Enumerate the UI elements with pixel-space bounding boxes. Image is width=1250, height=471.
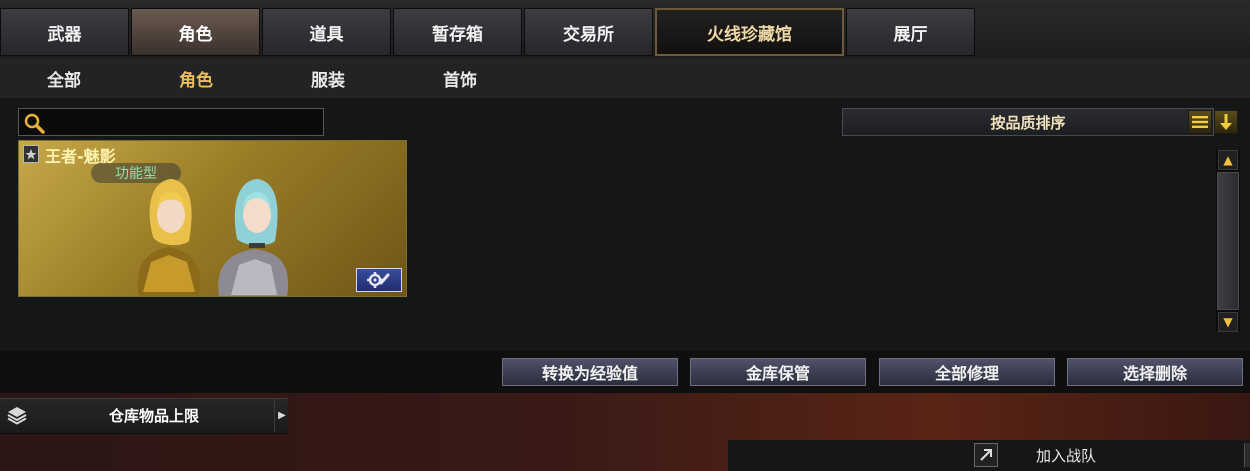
tab-showroom[interactable]: 展厅: [846, 8, 975, 56]
rank-badge-icon: [23, 145, 39, 163]
scroll-up-arrow-icon[interactable]: ▲: [1218, 150, 1238, 170]
sort-dropdown[interactable]: 按品质排序: [842, 108, 1214, 136]
tab-exchange[interactable]: 交易所: [524, 8, 653, 56]
arrow-down-icon[interactable]: [1214, 110, 1238, 134]
vault-storage-button[interactable]: 金库保管: [690, 358, 866, 386]
subtab-characters[interactable]: 角色: [146, 58, 246, 98]
item-card[interactable]: 王者-魅影 功能型: [18, 140, 407, 297]
repair-all-button[interactable]: 全部修理: [879, 358, 1055, 386]
expand-arrow-icon[interactable]: ▶: [274, 398, 289, 432]
external-link-icon[interactable]: [974, 443, 998, 467]
search-input[interactable]: [51, 112, 319, 134]
list-icon[interactable]: [1188, 110, 1212, 134]
tab-collection-hall[interactable]: 火线珍藏馆: [655, 8, 844, 56]
tab-temp-storage[interactable]: 暂存箱: [393, 8, 522, 56]
scrollbar-thumb[interactable]: [1217, 172, 1239, 310]
subtab-all[interactable]: 全部: [14, 58, 114, 98]
character-portraits: [137, 179, 288, 296]
select-delete-button[interactable]: 选择删除: [1067, 358, 1243, 386]
storage-limit-label: 仓库物品上限: [108, 406, 199, 425]
search-box[interactable]: [18, 108, 324, 136]
gear-wrench-icon[interactable]: [356, 268, 402, 292]
convert-to-exp-button[interactable]: 转换为经验值: [502, 358, 678, 386]
join-squad-button[interactable]: 加入战队: [1036, 440, 1096, 471]
subtab-costumes[interactable]: 服装: [278, 58, 378, 98]
search-icon: [24, 113, 45, 134]
tab-characters[interactable]: 角色: [131, 8, 260, 56]
tab-items[interactable]: 道具: [262, 8, 391, 56]
subtab-accessories[interactable]: 首饰: [410, 58, 510, 98]
scroll-down-arrow-icon[interactable]: ▼: [1218, 312, 1238, 332]
tab-weapons[interactable]: 武器: [0, 8, 129, 56]
layers-icon: [7, 407, 27, 425]
sort-label: 按品质排序: [990, 113, 1066, 132]
squad-bar-edge: [1244, 443, 1250, 467]
